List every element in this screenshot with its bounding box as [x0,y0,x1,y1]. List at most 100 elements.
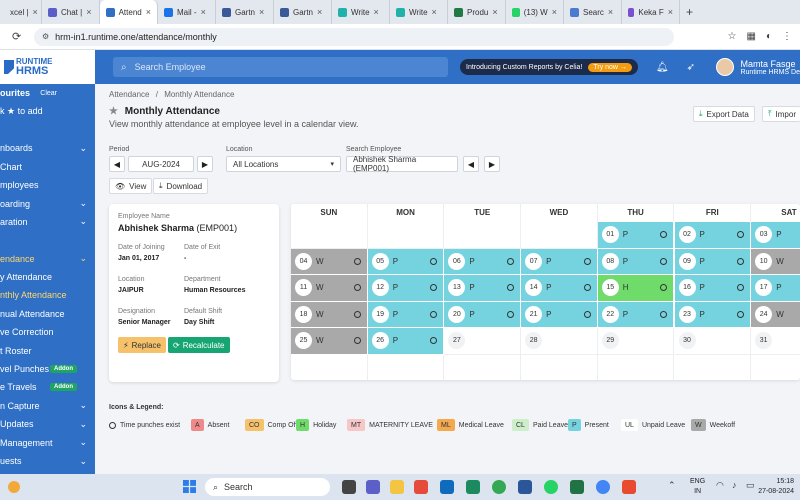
app-icon[interactable] [622,480,636,494]
calendar-day-cell[interactable]: 03 P [751,222,800,249]
browser-tab[interactable]: Gartn × [216,0,274,24]
search-employee-field[interactable]: Abhishek Sharma (EMP001) [346,155,458,173]
sidebar-item[interactable]: e Travels Addon [0,378,95,396]
battery-icon[interactable]: ▭ [746,480,755,491]
browser-tab[interactable]: (13) W × [506,0,564,24]
calendar-day-cell[interactable]: 28 [521,328,598,355]
sidebar-item[interactable]: k ★ to add [0,102,95,120]
calendar-day-cell[interactable]: 15 H [597,275,675,302]
star-icon[interactable]: ★ [109,106,118,117]
clock-icon[interactable] [507,284,515,292]
calendar-day-cell[interactable]: 24 W [751,301,800,328]
breadcrumb-attendance[interactable]: Attendance [109,90,149,99]
whatsapp-icon[interactable] [544,480,558,494]
clock-icon[interactable] [353,284,361,292]
close-tab-icon[interactable]: × [146,7,151,17]
browser-tab[interactable]: Write × [332,0,390,24]
calendar-day-cell[interactable]: 23 P [674,301,752,328]
calendar-day-cell[interactable]: 25 W [291,328,368,355]
sidebar-item[interactable]: nthly Attendance [0,286,95,304]
close-tab-icon[interactable]: × [201,7,206,17]
menu-icon[interactable]: ⋮ [782,31,792,42]
clock-icon[interactable] [583,284,591,292]
word-icon[interactable] [518,480,532,494]
calendar-day-cell[interactable]: 10 W [751,248,800,275]
browser-tab[interactable]: Attend × [100,0,158,24]
calendar-day-cell[interactable]: 09 P [674,248,752,275]
notification-bell-icon[interactable]: 🔔︎ [656,62,669,73]
close-tab-icon[interactable]: × [668,7,673,17]
close-tab-icon[interactable]: × [608,7,613,17]
calendar-day-cell[interactable]: 22 P [597,301,675,328]
weather-icon[interactable] [8,481,20,493]
clock-icon[interactable] [430,257,438,265]
sidebar-item[interactable]: mployees [0,176,95,194]
close-tab-icon[interactable]: × [86,7,91,17]
sidebar-item[interactable]: aration ⌄ [0,213,95,231]
calendar-day-cell[interactable]: 19 P [367,301,445,328]
user-menu[interactable]: Mamta Fasge Runtime HRMS De [716,50,800,84]
replace-button[interactable]: ⚡︎ Replace [118,337,166,353]
browser-tab[interactable]: Gartn × [274,0,332,24]
try-now-button[interactable]: Try now → [588,62,632,72]
tray-chevron-icon[interactable]: ⌃ [668,480,676,491]
clock-icon[interactable] [660,284,668,292]
new-tab-icon[interactable]: + [686,5,693,19]
reload-icon[interactable]: ⟳ [12,30,21,43]
profile-icon[interactable]: ◐ [766,31,772,42]
clock-icon[interactable] [430,284,438,292]
browser-tab[interactable]: Keka F × [622,0,680,24]
browser-tab[interactable]: Chat | × [42,0,100,24]
chrome-icon[interactable] [492,480,506,494]
calendar-day-cell[interactable]: 07 P [521,248,598,275]
sidebar-item[interactable]: oarding ⌄ [0,194,95,212]
app-logo[interactable]: RUNTIME HRMS [0,50,95,84]
calendar-day-cell[interactable]: 08 P [597,248,675,275]
clock-icon[interactable] [660,231,668,239]
view-button[interactable]: 👁︎ View [109,178,153,194]
app-icon[interactable] [414,480,428,494]
close-tab-icon[interactable]: × [317,7,322,17]
close-tab-icon[interactable]: × [33,7,38,17]
bookmark-star-icon[interactable]: ☆ [728,31,737,42]
site-info-icon[interactable]: ⚙ [42,32,49,41]
calendar-day-cell[interactable]: 12 P [367,275,445,302]
sidebar-item[interactable]: ourites Clear [0,84,95,102]
extensions-icon[interactable]: ▦ [747,31,756,42]
close-tab-icon[interactable]: × [374,7,379,17]
download-button[interactable]: ⤓ Download [153,178,209,194]
sidebar-item[interactable]: n Capture ⌄ [0,397,95,415]
calendar-day-cell[interactable]: 16 P [674,275,752,302]
calendar-day-cell[interactable]: 30 [674,328,752,355]
calendar-day-cell[interactable]: 21 P [521,301,598,328]
clear-favourites-button[interactable]: Clear [40,90,57,97]
clock-icon[interactable] [737,310,745,318]
period-next-button[interactable]: ▶ [197,156,213,172]
sidebar-item[interactable]: y Attendance [0,268,95,286]
sidebar-item[interactable]: uests ⌄ [0,452,95,470]
clock-icon[interactable] [507,310,515,318]
calendar-day-cell[interactable]: 18 W [291,301,368,328]
calendar-day-cell[interactable]: 11 W [291,275,368,302]
calendar-day-cell[interactable]: 01 P [597,222,675,249]
wifi-icon[interactable]: ◠ [716,480,724,491]
language-indicator[interactable]: ENG IN [690,477,705,497]
sidebar-item[interactable]: Management ⌄ [0,433,95,451]
sidebar-item[interactable]: vel Punches Addon [0,360,95,378]
calendar-day-cell[interactable]: 04 W [291,248,368,275]
clock-icon[interactable] [353,337,361,345]
sidebar-item[interactable]: ve Correction [0,323,95,341]
app-icon[interactable] [466,480,480,494]
clock-icon[interactable] [660,310,668,318]
employee-prev-button[interactable]: ◀ [463,156,479,172]
file-explorer-icon[interactable] [390,480,404,494]
calendar-day-cell[interactable]: 27 [444,328,522,355]
location-select[interactable]: All Locations ▾ [226,156,341,172]
clock-icon[interactable] [353,257,361,265]
sidebar-item[interactable]: nboards ⌄ [0,139,95,157]
clock-icon[interactable] [353,310,361,318]
import-button[interactable]: ⤒ Impor [762,106,800,122]
windows-start-icon[interactable] [183,480,196,493]
close-tab-icon[interactable]: × [432,7,437,17]
volume-icon[interactable]: ♪ [732,480,737,490]
